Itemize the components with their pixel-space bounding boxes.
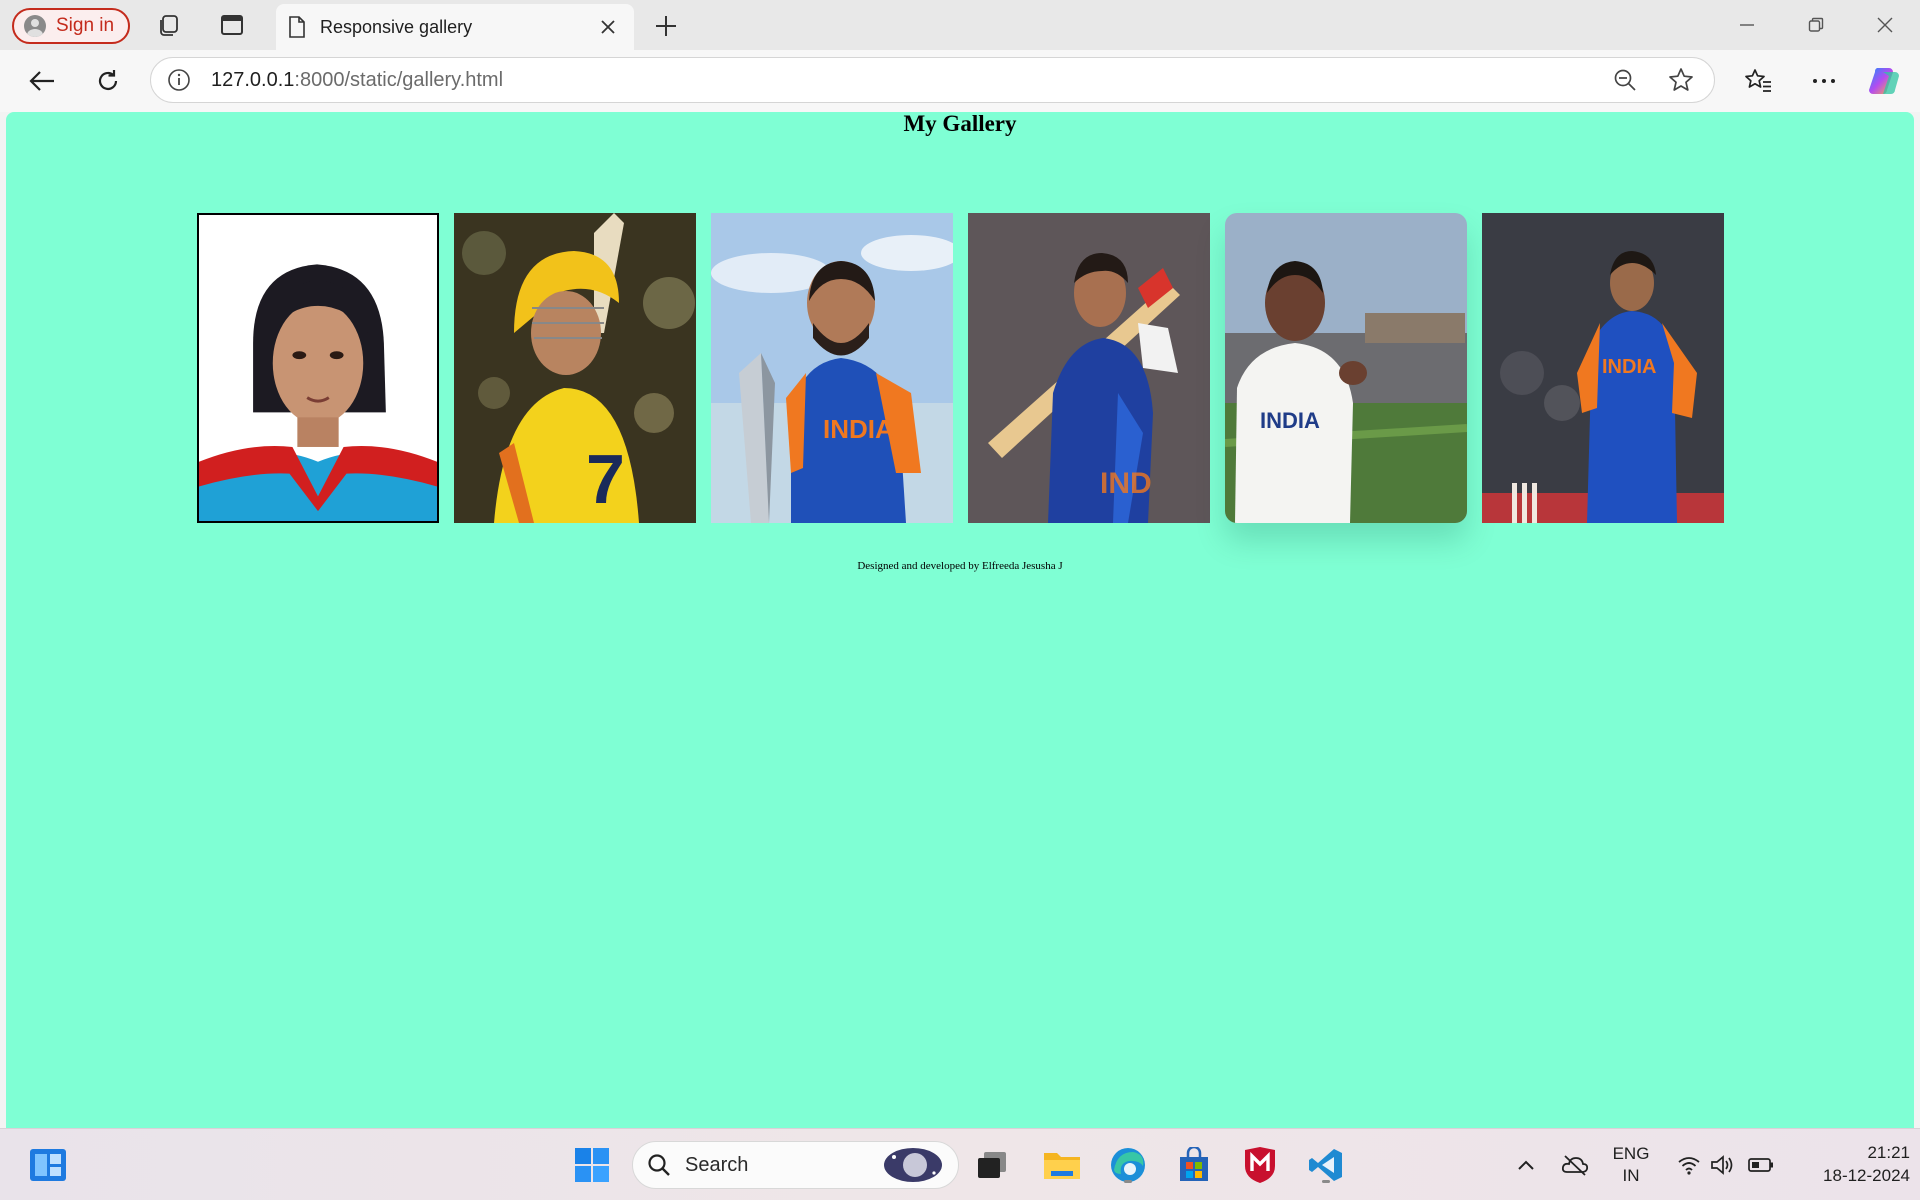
microsoft-store-icon[interactable] — [1172, 1143, 1216, 1187]
language-indicator[interactable]: ENG IN — [1610, 1143, 1652, 1187]
svg-text:7: 7 — [586, 440, 625, 518]
svg-text:INDIA: INDIA — [1260, 408, 1320, 433]
refresh-icon[interactable] — [90, 64, 126, 98]
restore-icon[interactable] — [1796, 10, 1836, 40]
running-indicator — [1322, 1180, 1330, 1183]
edge-browser-icon[interactable] — [1106, 1143, 1150, 1187]
taskbar: Search ENG IN 21:21 18-12-2024 — [0, 1128, 1920, 1200]
clock-date: 18-12-2024 — [1823, 1166, 1910, 1185]
gallery-photo-1[interactable] — [197, 213, 439, 523]
page-title: My Gallery — [903, 111, 1017, 136]
battery-icon[interactable] — [1746, 1147, 1776, 1183]
svg-text:INDIA: INDIA — [823, 414, 894, 444]
sign-in-button[interactable]: Sign in — [12, 8, 131, 44]
tab-title: Responsive gallery — [320, 16, 473, 37]
workspaces-icon[interactable] — [155, 12, 183, 38]
close-tab-icon[interactable] — [594, 13, 622, 41]
vertical-tabs-icon[interactable] — [218, 12, 246, 38]
task-view-icon[interactable] — [970, 1143, 1014, 1187]
footer-credit: Designed and developed by Elfreeda Jesus… — [857, 560, 1063, 572]
svg-text:INDIA: INDIA — [1602, 356, 1656, 378]
vscode-icon[interactable] — [1304, 1143, 1348, 1187]
copilot-icon[interactable] — [1868, 64, 1904, 98]
new-tab-icon[interactable] — [652, 12, 680, 40]
gallery-photo-5[interactable]: INDIA — [1225, 213, 1467, 523]
profile-avatar-icon — [24, 15, 46, 37]
favorite-star-icon[interactable] — [1664, 63, 1698, 97]
taskbar-search-box[interactable]: Search — [632, 1141, 959, 1189]
start-windows-icon[interactable] — [570, 1143, 614, 1187]
url-text[interactable]: 127.0.0.1:8000/static/gallery.html — [211, 69, 1586, 92]
system-clock[interactable]: 21:21 18-12-2024 — [1792, 1141, 1910, 1187]
sign-in-label: Sign in — [56, 15, 115, 36]
close-window-icon[interactable] — [1865, 10, 1905, 40]
wifi-icon[interactable] — [1675, 1147, 1703, 1183]
search-label: Search — [685, 1153, 749, 1176]
photo-gallery: 7 INDIA IND INDIA INDIA — [197, 213, 1727, 523]
show-hidden-icons-chevron-icon[interactable] — [1515, 1147, 1537, 1183]
volume-icon[interactable] — [1708, 1147, 1736, 1183]
onedrive-offline-icon[interactable] — [1560, 1147, 1590, 1183]
navigation-bar: 127.0.0.1:8000/static/gallery.html — [0, 50, 1920, 112]
url-path: :8000/static/gallery.html — [294, 68, 504, 91]
language-code: ENG — [1612, 1144, 1650, 1163]
search-highlight-icon — [884, 1148, 942, 1182]
site-info-icon[interactable] — [167, 68, 191, 92]
running-indicator — [1124, 1180, 1132, 1183]
minimize-icon[interactable] — [1727, 10, 1767, 40]
clock-time: 21:21 — [1867, 1143, 1910, 1162]
gallery-photo-6[interactable]: INDIA — [1482, 213, 1724, 523]
gallery-photo-2[interactable]: 7 — [454, 213, 696, 523]
address-bar[interactable]: 127.0.0.1:8000/static/gallery.html — [150, 57, 1715, 103]
svg-text:IND: IND — [1100, 467, 1152, 500]
mcafee-icon[interactable] — [1238, 1143, 1282, 1187]
file-explorer-icon[interactable] — [1040, 1143, 1084, 1187]
zoom-out-icon[interactable] — [1608, 63, 1642, 97]
more-options-icon[interactable] — [1806, 64, 1842, 98]
gallery-photo-4[interactable]: IND — [968, 213, 1210, 523]
page-viewport: My Gallery 7 INDIA IND INDIA INDIA Desig… — [6, 112, 1914, 1128]
page-icon — [289, 16, 305, 38]
favorites-icon[interactable] — [1740, 64, 1776, 98]
tab-strip: Sign in Responsive gallery — [0, 0, 1920, 50]
search-icon — [648, 1154, 670, 1176]
region-code: IN — [1622, 1166, 1640, 1185]
back-arrow-icon[interactable] — [24, 64, 60, 98]
widgets-icon[interactable] — [26, 1143, 70, 1187]
url-host: 127.0.0.1 — [211, 68, 295, 91]
tab-responsive-gallery[interactable]: Responsive gallery — [276, 4, 634, 50]
gallery-photo-3[interactable]: INDIA — [711, 213, 953, 523]
